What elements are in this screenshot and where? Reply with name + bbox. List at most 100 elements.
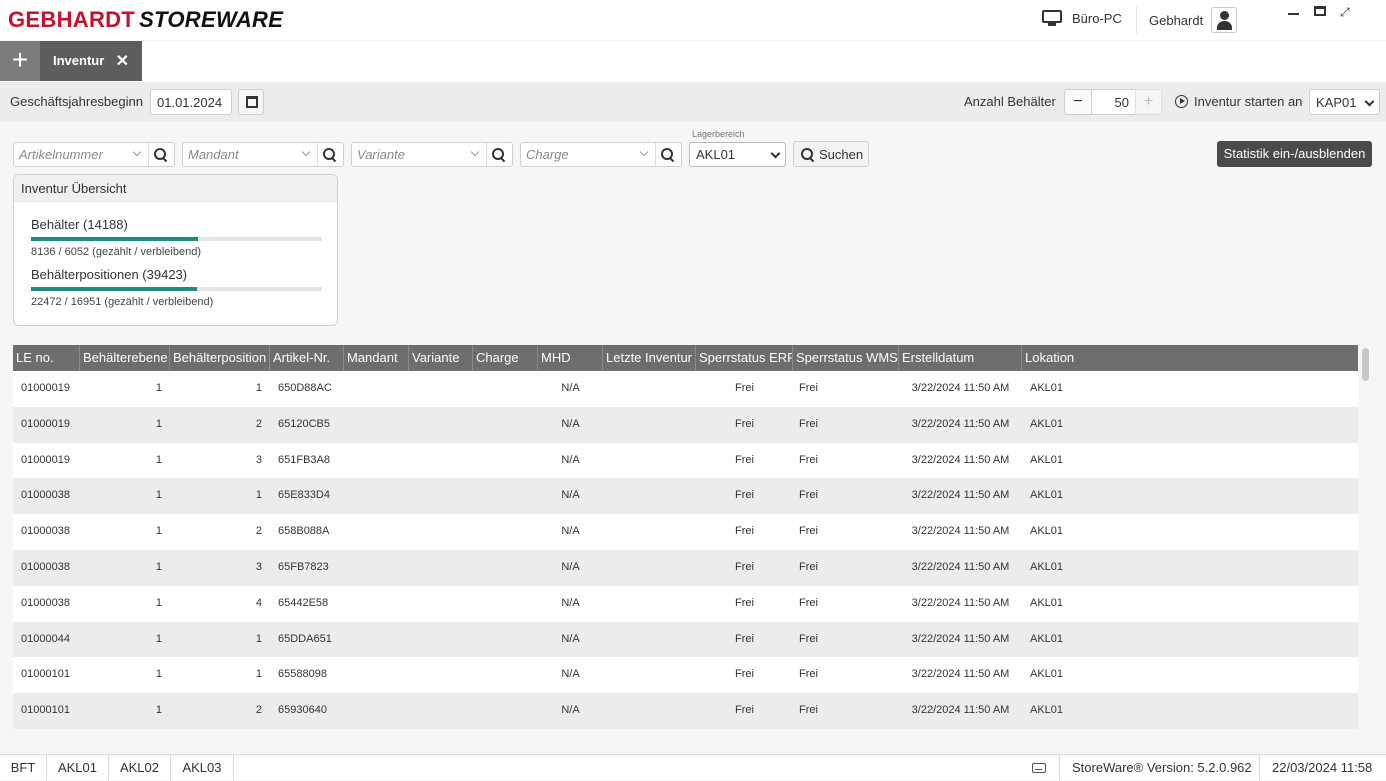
cell-article-no: 65FB7823 — [278, 560, 329, 573]
cell-best-before: N/A — [561, 560, 580, 573]
maximize-icon[interactable] — [1314, 6, 1326, 16]
table-row[interactable]: 01000038 1 3 65FB7823 N/A Frei Frei 3/22/2024 1… — [13, 549, 1358, 586]
table-scrollbar[interactable] — [1362, 348, 1369, 381]
cell-le-no: 01000038 — [21, 525, 70, 538]
col-header-best-before[interactable]: MHD — [538, 345, 603, 371]
search-button[interactable]: Suchen — [793, 141, 869, 167]
add-tab-button[interactable]: + — [0, 41, 40, 81]
containers-progress-bar — [31, 237, 322, 241]
cell-created-date: 3/22/2024 11:50 AM — [911, 704, 1010, 717]
fiscal-year-label: Geschäftsjahresbeginn — [10, 94, 143, 109]
table-row[interactable]: 01000019 1 3 651FB3A8 N/A Frei Frei 3/22/2024 1… — [13, 442, 1358, 479]
table-row[interactable]: 01000038 1 1 65E833D4 N/A Frei Frei 3/22/2024 1… — [13, 478, 1358, 515]
computer-name: Büro-PC — [1072, 10, 1122, 26]
tab-inventur[interactable]: Inventur ✕ — [40, 41, 142, 81]
computer-indicator: Büro-PC — [1042, 10, 1122, 26]
cell-last-inventory — [603, 622, 696, 658]
toggle-statistics-button[interactable]: Statistik ein-/ausblenden — [1217, 141, 1372, 167]
cell-variant — [409, 371, 473, 407]
cell-container-position: 4 — [255, 596, 262, 609]
cell-variant — [409, 657, 473, 693]
footer-tab-bft[interactable]: BFT — [0, 755, 47, 781]
chevron-down-icon — [770, 148, 781, 159]
containers-progress-fill — [31, 237, 198, 241]
cell-lock-status-wms: Frei — [799, 704, 818, 717]
col-header-created-date[interactable]: Erstelldatum — [899, 345, 1022, 371]
table-row[interactable]: 01000019 1 1 650D88AC N/A Frei Frei 3/22/2024 1… — [13, 371, 1358, 407]
footer-tab-akl01[interactable]: AKL01 — [47, 755, 109, 781]
col-header-client[interactable]: Mandant — [344, 345, 409, 371]
cell-lock-status-wms: Frei — [799, 453, 818, 466]
cell-le-no: 01000019 — [21, 417, 70, 430]
tab-label: Inventur — [53, 53, 105, 68]
positions-stat-detail: 22472 / 16951 (gezählt / verbleibend) — [31, 296, 214, 308]
cell-le-no: 01000101 — [21, 704, 70, 717]
tab-bar: + Inventur ✕ — [0, 41, 1386, 82]
table-row[interactable]: 01000044 1 1 65DDA651 N/A Frei Frei 3/22/2024 1… — [13, 621, 1358, 658]
client-filter[interactable]: Mandant — [182, 142, 344, 167]
article-number-filter[interactable]: Artikelnummer — [13, 142, 175, 167]
search-icon[interactable] — [492, 148, 506, 162]
calendar-button[interactable] — [238, 89, 264, 115]
chevron-down-icon[interactable] — [470, 147, 480, 157]
keyboard-icon[interactable] — [1032, 763, 1046, 773]
col-header-batch[interactable]: Charge — [473, 345, 538, 371]
table-row[interactable]: 01000038 1 4 65442E58 N/A Frei Frei 3/22/2024 1… — [13, 585, 1358, 622]
cell-variant — [409, 443, 473, 479]
search-icon[interactable] — [661, 148, 675, 162]
cell-container-level: 1 — [155, 525, 162, 538]
increment-button[interactable]: + — [1135, 89, 1162, 115]
table-row[interactable]: 01000038 1 2 658B088A N/A Frei Frei 3/22/2024 1… — [13, 514, 1358, 550]
cell-client — [344, 478, 409, 514]
col-header-article-no[interactable]: Artikel-Nr. — [270, 345, 344, 371]
cell-lock-status-wms: Frei — [799, 525, 818, 538]
batch-filter[interactable]: Charge — [520, 142, 682, 167]
cell-le-no: 01000101 — [21, 668, 70, 681]
col-header-location[interactable]: Lokation — [1022, 345, 1358, 371]
cell-location: AKL01 — [1030, 596, 1064, 609]
chevron-down-icon[interactable] — [639, 147, 649, 157]
fullscreen-icon[interactable]: ⤢ — [1340, 6, 1352, 18]
cell-batch — [473, 622, 538, 658]
start-location-select[interactable]: KAP01 — [1309, 89, 1380, 115]
cell-article-no: 650D88AC — [278, 382, 332, 394]
footer-tab-akl03[interactable]: AKL03 — [171, 755, 234, 781]
cell-best-before: N/A — [561, 632, 580, 645]
minimize-icon[interactable] — [1288, 6, 1300, 18]
footer-tab-akl02[interactable]: AKL02 — [109, 755, 171, 781]
storage-area-select[interactable]: AKL01 — [689, 142, 786, 167]
user-avatar-icon[interactable] — [1211, 7, 1238, 33]
table-row[interactable]: 01000019 1 2 65120CB5 N/A Frei Frei 3/22/2024 1… — [13, 406, 1358, 443]
chevron-down-icon[interactable] — [132, 147, 142, 157]
col-header-lock-status-wms[interactable]: Sperrstatus WMS — [793, 345, 899, 371]
close-icon[interactable]: ✕ — [116, 51, 129, 71]
variant-filter[interactable]: Variante — [351, 142, 513, 167]
container-count-input[interactable]: 50 — [1091, 89, 1136, 115]
col-header-last-inventory[interactable]: Letzte Inventur — [603, 345, 696, 371]
cell-container-level: 1 — [155, 704, 162, 717]
overview-title: Inventur Übersicht — [14, 175, 337, 202]
cell-container-position: 2 — [255, 417, 262, 430]
col-header-le-no[interactable]: LE no. — [13, 345, 80, 371]
search-icon[interactable] — [154, 148, 168, 162]
user-menu[interactable]: Gebhardt — [1149, 7, 1238, 33]
chevron-down-icon[interactable] — [301, 147, 311, 157]
table-row[interactable]: 01000101 1 1 65588098 N/A Frei Frei 3/22/2024 1… — [13, 657, 1358, 694]
col-header-container-position[interactable]: Behälterposition — [170, 345, 270, 371]
chevron-down-icon — [1364, 96, 1375, 107]
col-header-container-level[interactable]: Behälterebene — [80, 345, 170, 371]
positions-progress-bar — [31, 287, 322, 291]
search-icon[interactable] — [323, 148, 337, 162]
cell-lock-status-wms: Frei — [799, 382, 818, 394]
decrement-button[interactable]: − — [1064, 89, 1092, 115]
fiscal-year-date-input[interactable]: 01.01.2024 — [150, 89, 232, 115]
cell-location: AKL01 — [1030, 382, 1064, 394]
col-header-variant[interactable]: Variante — [409, 345, 473, 371]
cell-created-date: 3/22/2024 11:50 AM — [911, 525, 1010, 538]
table-row[interactable]: 01000101 1 2 65930640 N/A Frei Frei 3/22/2024 1… — [13, 693, 1358, 729]
cell-location: AKL01 — [1030, 668, 1064, 681]
cell-client — [344, 443, 409, 479]
col-header-lock-status-erp[interactable]: Sperrstatus ERP — [696, 345, 793, 371]
inventory-table: LE no. Behälterebene Behälterposition Artik… — [13, 345, 1358, 729]
table-body: 01000019 1 1 650D88AC N/A Frei Frei 3/22/2024 1… — [13, 371, 1358, 729]
